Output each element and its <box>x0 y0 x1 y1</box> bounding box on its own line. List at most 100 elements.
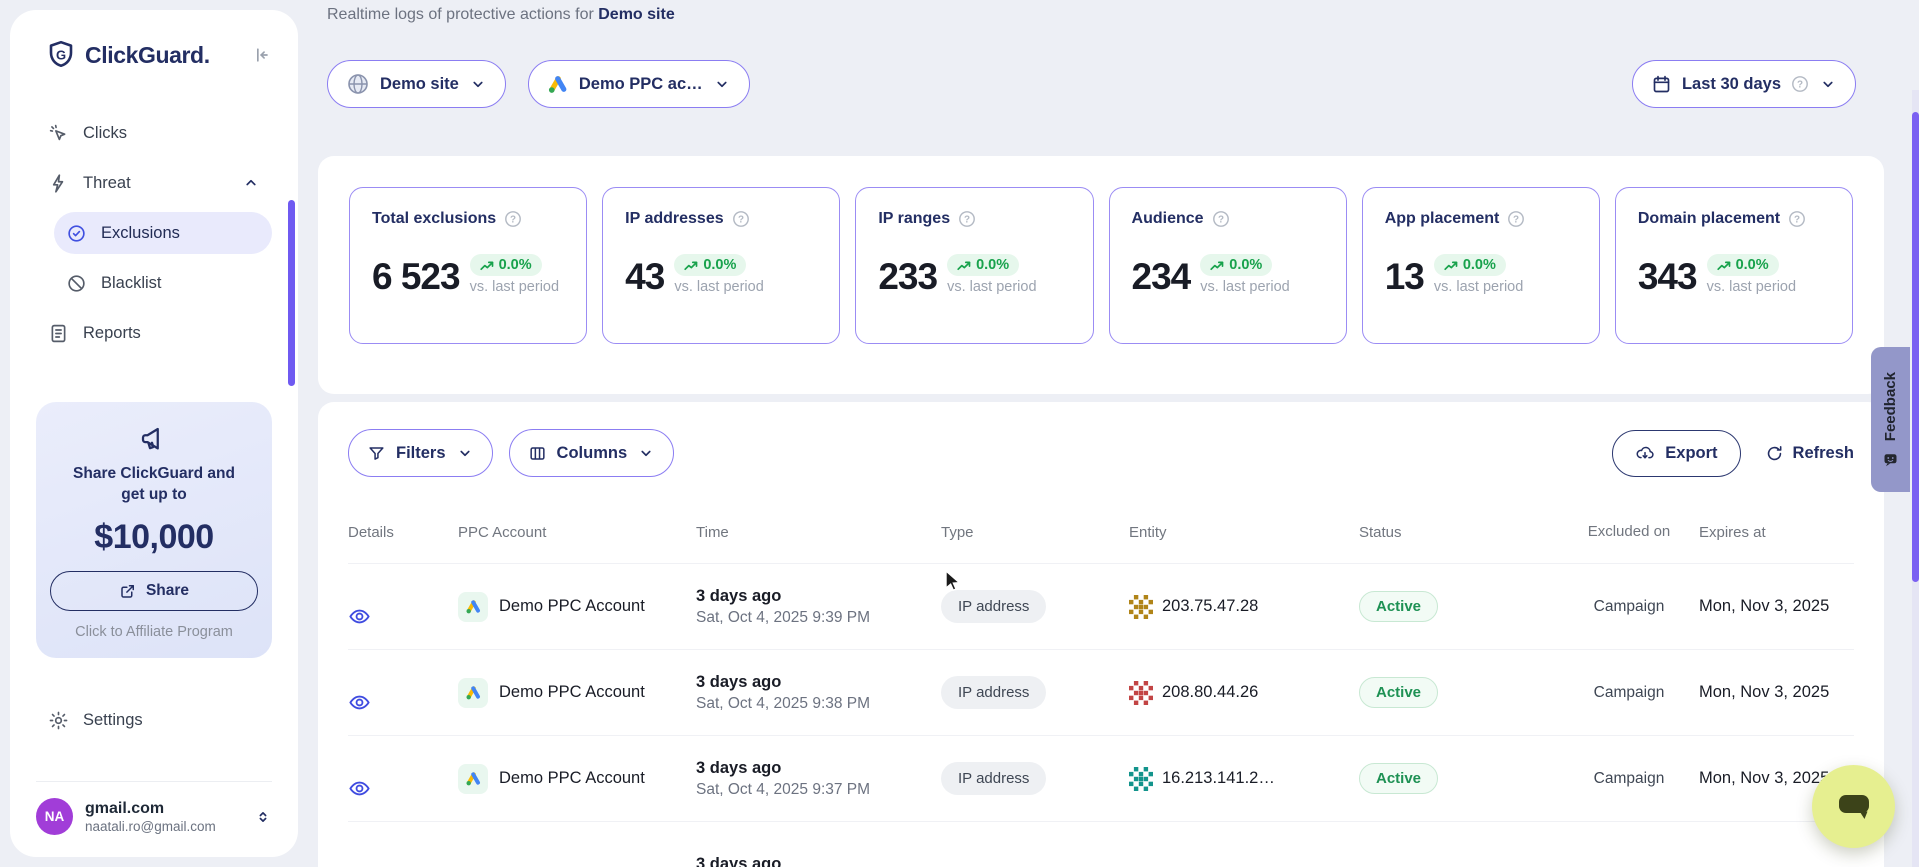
chat-launcher-button[interactable] <box>1812 765 1895 848</box>
sidebar-item-exclusions[interactable]: Exclusions <box>54 212 272 254</box>
sidebar-item-threat[interactable]: Threat <box>36 162 272 204</box>
filters-button[interactable]: Filters <box>348 429 493 477</box>
google-ads-icon <box>547 73 569 95</box>
profile-email: naatali.ro@gmail.com <box>85 819 216 834</box>
sidebar-item-settings[interactable]: Settings <box>36 700 272 742</box>
stat-value: 233 <box>878 258 937 295</box>
table-actions: Export Refresh <box>1612 430 1854 477</box>
columns-button[interactable]: Columns <box>509 429 675 477</box>
stat-delta: 0.0% <box>1736 257 1769 273</box>
type-badge: IP address <box>941 676 1046 709</box>
selector-row: Demo site Demo PPC ac… <box>327 60 750 108</box>
trending-up-icon <box>1444 260 1458 271</box>
ban-icon <box>66 273 87 294</box>
export-button[interactable]: Export <box>1612 430 1740 477</box>
excluded-on-value: Campaign <box>1559 598 1699 616</box>
account-selector[interactable]: Demo PPC ac… <box>528 60 750 108</box>
globe-icon <box>346 72 370 96</box>
page-scrollbar-thumb[interactable] <box>1912 112 1919 582</box>
table-row[interactable]: Demo PPC Account 3 days agoSat, Oct 4, 2… <box>348 563 1854 649</box>
stat-card-app-placement: App placement 13 0.0%vs. last period <box>1362 187 1600 344</box>
view-details-eye-icon[interactable] <box>348 605 458 628</box>
site-selector[interactable]: Demo site <box>327 60 506 108</box>
excluded-on-value: Campaign <box>1559 684 1699 702</box>
feedback-bubble-icon <box>1883 452 1898 467</box>
stat-title: Audience <box>1132 210 1204 228</box>
stat-title: IP ranges <box>878 210 950 228</box>
nav-label-reports: Reports <box>83 324 141 343</box>
ppc-account-name: Demo PPC Account <box>499 769 645 788</box>
sidebar-scrollbar-thumb[interactable] <box>288 200 295 386</box>
help-icon[interactable] <box>1212 210 1230 228</box>
stat-card-ip-ranges: IP ranges 233 0.0%vs. last period <box>855 187 1093 344</box>
site-selector-value: Demo site <box>380 75 459 94</box>
stat-value: 13 <box>1385 258 1424 295</box>
help-icon <box>1791 75 1809 93</box>
trending-up-icon <box>684 260 698 271</box>
stat-title: App placement <box>1385 210 1500 228</box>
feedback-label: Feedback <box>1882 372 1899 441</box>
stats-panel: Total exclusions 6 523 0.0%vs. last peri… <box>318 156 1884 394</box>
date-range-selector[interactable]: Last 30 days <box>1632 60 1856 108</box>
export-label: Export <box>1665 444 1717 463</box>
stat-caption: vs. last period <box>947 279 1036 295</box>
profile-name: gmail.com <box>85 799 216 818</box>
stat-card-ip-addresses: IP addresses 43 0.0%vs. last period <box>602 187 840 344</box>
sidebar-item-clicks[interactable]: Clicks <box>36 112 272 154</box>
page-subtitle: Realtime logs of protective actions for … <box>327 6 675 24</box>
stat-title: Domain placement <box>1638 210 1780 228</box>
megaphone-icon <box>50 424 258 454</box>
chevron-updown-icon[interactable] <box>254 808 272 826</box>
share-button[interactable]: Share <box>50 571 258 611</box>
help-icon[interactable] <box>504 210 522 228</box>
calendar-icon <box>1651 74 1672 95</box>
trending-up-icon <box>1717 260 1731 271</box>
date-range-value: Last 30 days <box>1682 75 1781 94</box>
chat-bubble-icon <box>1834 789 1874 825</box>
badge-check-icon <box>66 223 87 244</box>
help-icon[interactable] <box>958 210 976 228</box>
help-icon[interactable] <box>1788 210 1806 228</box>
stat-caption: vs. last period <box>1200 279 1289 295</box>
lightning-icon <box>48 173 69 194</box>
sidebar-item-reports[interactable]: Reports <box>36 312 272 354</box>
chevron-down-icon <box>456 444 474 462</box>
entity-value: 203.75.47.28 <box>1162 597 1258 616</box>
table-row[interactable]: Demo PPC Account 3 days agoSat, Oct 4, 2… <box>348 735 1854 821</box>
chevron-up-icon[interactable] <box>242 174 260 192</box>
table-toolbar: Filters Columns Export <box>348 429 1854 477</box>
table-row[interactable]: Demo PPC Account 3 days agoSat, Oct 4, 2… <box>348 649 1854 735</box>
stat-card-total-exclusions: Total exclusions 6 523 0.0%vs. last peri… <box>349 187 587 344</box>
chevron-down-icon <box>637 444 655 462</box>
type-badge: IP address <box>941 762 1046 795</box>
col-header-expires-at: Expires at <box>1699 524 1854 541</box>
col-header-entity: Entity <box>1129 524 1359 541</box>
table-row[interactable]: 3 days ago <box>348 821 1854 867</box>
user-profile[interactable]: NA gmail.com naatali.ro@gmail.com <box>36 781 272 835</box>
sidebar: G ClickGuard. Clicks Threat <box>10 10 298 857</box>
stat-delta: 0.0% <box>1463 257 1496 273</box>
time-relative: 3 days ago <box>696 759 941 778</box>
ppc-account-name: Demo PPC Account <box>499 597 645 616</box>
view-details-eye-icon[interactable] <box>348 691 458 714</box>
external-link-icon <box>119 582 137 600</box>
affiliate-caption[interactable]: Click to Affiliate Program <box>50 624 258 640</box>
stat-card-domain-placement: Domain placement 343 0.0%vs. last period <box>1615 187 1853 344</box>
sidebar-collapse-icon[interactable] <box>252 45 272 65</box>
gear-icon <box>48 710 69 731</box>
stat-title: IP addresses <box>625 210 723 228</box>
col-header-time: Time <box>696 524 941 541</box>
time-relative: 3 days ago <box>696 673 941 692</box>
nav-label-threat: Threat <box>83 174 131 193</box>
promo-amount: $10,000 <box>50 518 258 557</box>
sidebar-item-blacklist[interactable]: Blacklist <box>54 262 272 304</box>
help-icon[interactable] <box>1507 210 1525 228</box>
svg-text:G: G <box>56 48 66 63</box>
expires-at-value: Mon, Nov 3, 2025 <box>1699 683 1854 702</box>
stat-caption: vs. last period <box>1707 279 1796 295</box>
view-details-eye-icon[interactable] <box>348 777 458 800</box>
refresh-button[interactable]: Refresh <box>1765 444 1854 463</box>
help-icon[interactable] <box>732 210 750 228</box>
feedback-tab[interactable]: Feedback <box>1871 347 1910 492</box>
trending-up-icon <box>480 260 494 271</box>
